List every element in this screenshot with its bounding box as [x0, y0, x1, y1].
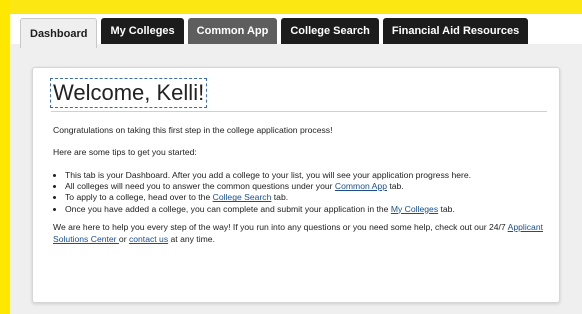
- help-text: We are here to help you every step of th…: [53, 221, 547, 245]
- tip-text: All colleges will need you to answer the…: [65, 181, 335, 192]
- common-app-link[interactable]: Common App: [335, 181, 387, 191]
- tips-intro-text: Here are some tips to get you started:: [53, 147, 197, 157]
- title-divider: [51, 111, 547, 112]
- tab-common-app[interactable]: Common App: [187, 18, 278, 44]
- tip-text-end: tab.: [271, 192, 289, 203]
- contact-us-link[interactable]: contact us: [129, 234, 168, 244]
- tab-bar: Dashboard My Colleges Common App College…: [10, 14, 582, 48]
- intro-text: Congratulations on taking this first ste…: [53, 125, 333, 135]
- tip-item: Once you have added a college, you can c…: [65, 204, 471, 215]
- tip-text-end: tab.: [438, 203, 455, 214]
- tip-text: To apply to a college, head over to the: [65, 192, 213, 203]
- help-text-start: We are here to help you every step of th…: [53, 222, 508, 232]
- tip-text: This tab is your Dashboard. After you ad…: [65, 170, 472, 180]
- tab-financial-aid-resources[interactable]: Financial Aid Resources: [382, 18, 529, 44]
- tip-item: To apply to a college, head over to the …: [65, 192, 471, 203]
- page-title: Welcome, Kelli!: [49, 78, 208, 108]
- left-accent-strip: [0, 0, 10, 314]
- tab-dashboard[interactable]: Dashboard: [20, 18, 98, 48]
- welcome-card: Welcome, Kelli! Congratulations on takin…: [32, 67, 560, 303]
- tip-text: Once you have added a college, you can c…: [65, 203, 391, 214]
- tip-text-end: tab.: [386, 181, 404, 192]
- help-text-middle: or: [118, 234, 129, 244]
- college-search-link[interactable]: College Search: [213, 192, 272, 202]
- tips-list: This tab is your Dashboard. After you ad…: [53, 170, 471, 215]
- dashboard-frame: Dashboard My Colleges Common App College…: [10, 14, 582, 314]
- tab-my-colleges[interactable]: My Colleges: [101, 18, 184, 44]
- tip-item: This tab is your Dashboard. After you ad…: [65, 170, 471, 181]
- help-text-end: at any time.: [168, 234, 215, 244]
- my-colleges-link[interactable]: My Colleges: [391, 204, 438, 214]
- tab-college-search[interactable]: College Search: [281, 18, 379, 44]
- tip-item: All colleges will need you to answer the…: [65, 181, 471, 192]
